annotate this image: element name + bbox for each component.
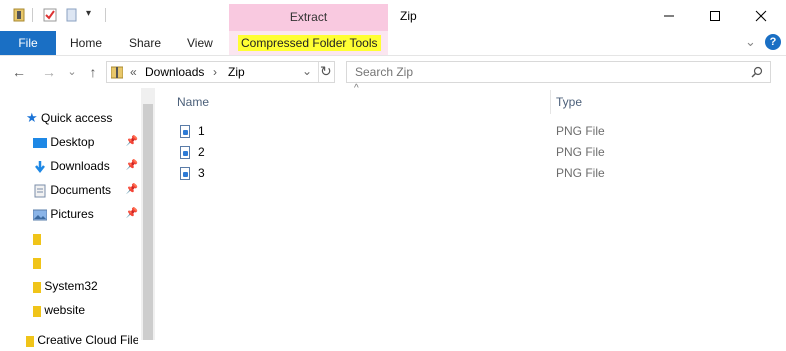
breadcrumb-overflow[interactable]: «: [130, 65, 137, 79]
back-button[interactable]: ←: [10, 63, 28, 81]
refresh-icon[interactable]: ↻: [320, 63, 332, 80]
file-name: 1: [198, 124, 205, 138]
sidebar-scrollbar-thumb[interactable]: [143, 104, 153, 340]
customize-qat-icon[interactable]: ▾: [86, 8, 91, 19]
column-header-type[interactable]: Type: [556, 95, 582, 109]
sidebar-item-label: Quick access: [41, 111, 113, 125]
png-file-icon: [180, 146, 190, 159]
downloads-icon: [35, 160, 45, 173]
minimize-icon: [664, 15, 674, 16]
help-icon[interactable]: ?: [765, 34, 781, 50]
search-input[interactable]: [346, 61, 771, 83]
breadcrumb-zip[interactable]: Zip: [228, 65, 245, 79]
file-name: 3: [198, 166, 205, 180]
divider: [105, 8, 106, 22]
divider: [318, 62, 319, 82]
sidebar-item-website[interactable]: website: [33, 299, 85, 321]
file-name: 2: [198, 145, 205, 159]
sidebar-item-system32[interactable]: System32: [33, 275, 98, 297]
sidebar-item-folder[interactable]: [33, 227, 41, 249]
expand-ribbon-icon[interactable]: ⌄: [745, 34, 756, 50]
sidebar-item-label: Desktop: [50, 135, 95, 149]
pin-icon[interactable]: 📌: [126, 203, 138, 225]
sidebar-item-label: Downloads: [50, 159, 110, 173]
tab-home[interactable]: Home: [70, 31, 102, 55]
pictures-icon: [32, 209, 48, 221]
tab-compressed-folder-tools[interactable]: Compressed Folder Tools: [238, 35, 381, 51]
table-row[interactable]: 2 PNG File: [176, 142, 676, 163]
sidebar-item-folder[interactable]: [33, 251, 41, 273]
recent-locations-button[interactable]: ⌄: [63, 63, 81, 81]
maximize-icon: [710, 10, 720, 21]
breadcrumb-separator[interactable]: ›: [213, 65, 217, 79]
sidebar-item-documents[interactable]: Documents 📌: [33, 179, 138, 201]
sidebar-item-quick-access[interactable]: ★ Quick access: [26, 107, 112, 129]
close-button[interactable]: [738, 0, 784, 31]
divider: [32, 8, 33, 22]
sidebar-item-creative-cloud[interactable]: Creative Cloud Files: [26, 329, 138, 351]
folder-icon: [33, 233, 41, 245]
checkmark-icon[interactable]: [43, 8, 57, 22]
file-type: PNG File: [556, 124, 605, 138]
pin-icon[interactable]: 📌: [126, 155, 138, 177]
file-tab[interactable]: File: [0, 31, 56, 55]
folder-icon: [33, 281, 41, 293]
file-type: PNG File: [556, 145, 605, 159]
sidebar-item-label: System32: [44, 279, 98, 293]
window-title: Zip: [400, 9, 417, 23]
properties-icon[interactable]: [12, 8, 26, 22]
extract-tab-group: Extract: [229, 4, 388, 31]
png-file-icon: [180, 125, 190, 138]
ribbon-tabs: [0, 31, 786, 56]
address-dropdown-icon[interactable]: ⌄: [302, 64, 312, 78]
folder-icon: [26, 335, 34, 347]
column-header-name[interactable]: Name: [177, 95, 209, 109]
sidebar-item-label: Documents: [50, 183, 112, 197]
forward-button[interactable]: →: [40, 63, 58, 81]
new-folder-icon[interactable]: [65, 8, 79, 22]
sidebar-item-label: Pictures: [50, 207, 94, 221]
sidebar-item-label: website: [44, 303, 86, 317]
pin-icon[interactable]: 📌: [126, 179, 138, 201]
close-icon: [755, 10, 767, 21]
table-row[interactable]: 1 PNG File: [176, 121, 676, 142]
maximize-button[interactable]: [692, 0, 738, 31]
file-type: PNG File: [556, 166, 605, 180]
tab-view[interactable]: View: [187, 31, 213, 55]
folder-icon: [33, 305, 41, 317]
zip-folder-icon: [110, 65, 124, 79]
minimize-button[interactable]: [646, 0, 692, 31]
sidebar-item-downloads[interactable]: Downloads 📌: [33, 155, 138, 177]
desktop-icon: [33, 137, 47, 148]
address-bar[interactable]: [106, 61, 335, 83]
breadcrumb-downloads[interactable]: Downloads: [145, 65, 204, 79]
folder-icon: [33, 257, 41, 269]
sidebar-item-desktop[interactable]: Desktop 📌: [33, 131, 138, 153]
star-icon: ★: [26, 110, 38, 125]
sidebar-item-label: Creative Cloud Files: [37, 333, 138, 347]
up-button[interactable]: ↑: [84, 63, 102, 81]
column-divider[interactable]: [550, 90, 551, 114]
tab-share[interactable]: Share: [129, 31, 161, 55]
documents-icon: [34, 184, 46, 198]
table-row[interactable]: 3 PNG File: [176, 163, 676, 184]
sidebar-item-pictures[interactable]: Pictures 📌: [32, 203, 138, 225]
pin-icon[interactable]: 📌: [126, 131, 138, 153]
png-file-icon: [180, 167, 190, 180]
sort-ascending-icon: ^: [354, 83, 359, 94]
search-icon[interactable]: [751, 66, 763, 81]
